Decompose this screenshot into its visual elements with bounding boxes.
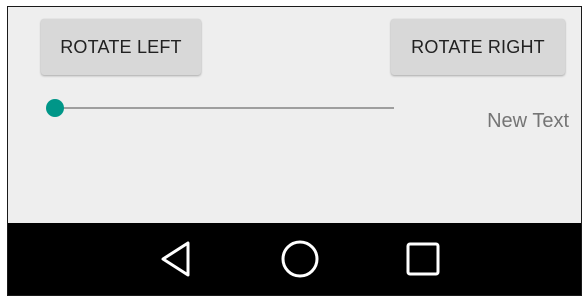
navigation-bar	[8, 223, 581, 295]
device-screen: ROTATE LEFT ROTATE RIGHT New Text	[7, 6, 582, 296]
rotate-left-button[interactable]: ROTATE LEFT	[41, 19, 201, 75]
rotation-seekbar[interactable]	[46, 96, 398, 120]
home-icon	[281, 240, 319, 278]
seekbar-track	[56, 107, 394, 109]
recents-button[interactable]	[401, 237, 445, 281]
new-text-label: New Text	[487, 110, 569, 132]
back-button[interactable]	[155, 237, 199, 281]
activity-content: ROTATE LEFT ROTATE RIGHT New Text	[8, 7, 581, 225]
rotate-right-button[interactable]: ROTATE RIGHT	[391, 19, 565, 75]
back-icon	[161, 241, 190, 277]
home-button[interactable]	[278, 237, 322, 281]
recents-icon	[406, 242, 440, 276]
seekbar-thumb[interactable]	[46, 99, 64, 117]
